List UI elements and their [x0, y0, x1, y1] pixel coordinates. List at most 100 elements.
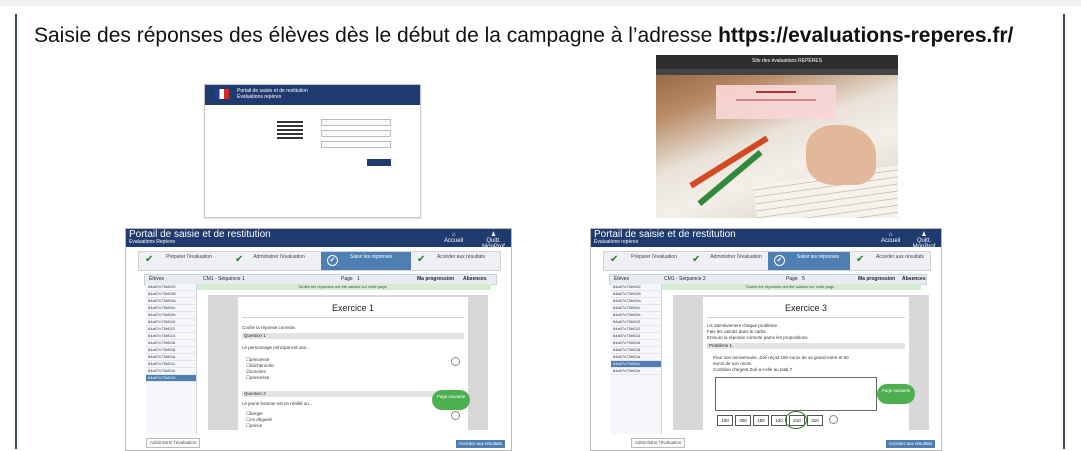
instruction: Lis attentivement chaque problème.: [707, 323, 779, 328]
q1-option[interactable]: ☐bûcheronne: [246, 363, 274, 368]
student-list-item[interactable]: 64a07c73bf102: [611, 284, 661, 291]
q2-option[interactable]: ☐berger: [246, 411, 263, 416]
student-list-item[interactable]: 64a07c73bf10c: [611, 305, 661, 312]
step-administer[interactable]: ✔ Administrer l'évaluation: [229, 252, 321, 270]
next-page-button[interactable]: Page suivante: [432, 390, 470, 410]
app-subtitle: Évaluations Repères: [129, 239, 176, 245]
site-photo-thumbnail: Site des évaluations REPÈRES: [656, 55, 898, 218]
progress-button[interactable]: Ma progression: [417, 275, 454, 284]
divider: [707, 317, 905, 318]
check-icon: ✔: [692, 254, 701, 265]
student-list-item[interactable]: 64a07c73bf10e: [611, 312, 661, 319]
student-list-item[interactable]: 64a07c73bf102: [146, 284, 196, 291]
page-complete-notice: Toutes les réponses ont été saisies sur …: [194, 284, 491, 290]
student-list-item[interactable]: 64a07c73bf116: [611, 340, 661, 347]
problem-text: euros de son oncle.: [713, 361, 753, 366]
student-list-item[interactable]: 64a07c73bf116: [146, 340, 196, 347]
step-results[interactable]: ✔ Accéder aux résultats: [411, 252, 501, 270]
clear-answer-icon[interactable]: [451, 357, 460, 366]
step-prepare[interactable]: ✔ Préparer l'évaluation: [139, 252, 229, 270]
results-button[interactable]: Accéder aux résultats: [885, 440, 935, 448]
student-list-item[interactable]: 64a07c73bf108: [611, 291, 661, 298]
ministry-logo-icon: [277, 121, 303, 149]
q2-option[interactable]: ☐roi déguisé: [246, 417, 272, 422]
student-list-item[interactable]: 64a07c73bf10e: [146, 312, 196, 319]
login-title: Portail de saisie et de restitution Évalu…: [237, 88, 308, 100]
answer-choice[interactable]: 310: [807, 415, 823, 426]
students-header: Élèves: [614, 276, 630, 282]
step-results[interactable]: ✔ Accéder aux résultats: [850, 252, 930, 270]
app-header: Portail de saisie et de restitution Éval…: [591, 229, 941, 250]
student-list-item[interactable]: 64a07c73bf112: [146, 326, 196, 333]
student-list-item[interactable]: 64a07c73bf11a: [146, 354, 196, 361]
student-list-item[interactable]: 64a07c73bf10a: [146, 298, 196, 305]
headline-url[interactable]: https://evaluations-reperes.fr/: [718, 24, 1013, 47]
answer-choice[interactable]: 100: [717, 415, 733, 426]
clear-answer-icon[interactable]: [451, 411, 460, 420]
student-list-item[interactable]: 64a07c73bf112: [611, 326, 661, 333]
home-button[interactable]: ⌂ Accueil: [444, 232, 463, 244]
question-2-header: Question 2: [242, 391, 464, 397]
student-list-item[interactable]: 64a07c73bf11c: [611, 361, 661, 368]
sequence-select[interactable]: CM1 - Séquence 2: [664, 275, 706, 284]
student-list-item[interactable]: 64a07c73bf120: [146, 375, 196, 382]
answer-choice[interactable]: 300: [735, 415, 751, 426]
check-icon: ✔: [417, 254, 426, 265]
q1-option[interactable]: ☐princesse: [246, 357, 269, 362]
student-list: 64a07c73bf102 64a07c73bf108 64a07c73bf10a 6…: [611, 284, 662, 434]
student-list-item[interactable]: 64a07c73bf114: [611, 333, 661, 340]
q1-option[interactable]: ☐princesse: [246, 375, 269, 380]
sequence-select[interactable]: CM1 - Séquence 1: [203, 275, 245, 284]
selected-circle: [785, 411, 807, 429]
progress-steps: ✔ Préparer l'évaluation ✔ Administrer l'év…: [138, 251, 501, 271]
home-button[interactable]: ⌂ Accueil: [881, 232, 900, 244]
exercise-viewer: Exercice 3 Lis attentivement chaque prob…: [673, 295, 929, 430]
student-list-item[interactable]: 64a07c73bf10a: [611, 298, 661, 305]
step-enter-answers[interactable]: ✔ Saisir les réponses: [768, 252, 850, 270]
absences-button[interactable]: Absences: [463, 275, 487, 284]
student-list-item[interactable]: 64a07c73bf110: [146, 319, 196, 326]
divider: [242, 317, 464, 318]
frame-left-border: [15, 14, 17, 449]
exercise-title: Exercice 3: [784, 303, 828, 313]
app-header: Portail de saisie et de restitution Éval…: [126, 229, 511, 250]
site-header-bar: Site des évaluations REPÈRES: [656, 55, 898, 69]
user-button[interactable]: ♟ Quitt. MonProf: [476, 232, 511, 250]
student-list-item[interactable]: 64a07c73bf11a: [611, 354, 661, 361]
frame-right-border: [1063, 14, 1065, 449]
clear-answer-icon[interactable]: [829, 415, 838, 424]
site-nav-bar: [656, 69, 898, 75]
step-administer[interactable]: ✔ Administrer l'évaluation: [686, 252, 768, 270]
instruction: Coche la réponse correcte.: [242, 325, 297, 330]
q1-option[interactable]: ☑sorcière: [246, 369, 266, 374]
results-button[interactable]: Accéder aux résultats: [455, 440, 505, 448]
step-prepare[interactable]: ✔ Préparer l'évaluation: [604, 252, 686, 270]
student-list-item[interactable]: 64a07c73bf10c: [146, 305, 196, 312]
student-list-item[interactable]: 64a07c73bf114: [146, 333, 196, 340]
student-list-item[interactable]: 64a07c73bf118: [146, 347, 196, 354]
answer-choice[interactable]: 150: [753, 415, 769, 426]
progress-button[interactable]: Ma progression: [858, 275, 895, 284]
student-list-item[interactable]: 64a07c73bf11c: [146, 361, 196, 368]
q2-option[interactable]: ☐prince: [246, 423, 262, 428]
page-input[interactable]: 1: [357, 275, 360, 284]
step-enter-answers[interactable]: ✔ Saisir les réponses: [321, 252, 411, 270]
check-icon: ✔: [327, 255, 338, 266]
page-complete-notice: Toutes les réponses ont été saisies sur …: [659, 284, 921, 290]
next-page-button[interactable]: Page suivante: [877, 384, 915, 404]
absences-button[interactable]: Absences: [902, 275, 926, 284]
student-list-item[interactable]: 64a07c73bf108: [146, 291, 196, 298]
student-list-item[interactable]: 64a07c73bf118: [611, 347, 661, 354]
back-button[interactable]: Administrer l'évaluation: [146, 438, 201, 448]
student-list-item[interactable]: 64a07c73bf11e: [146, 368, 196, 375]
student-list-item[interactable]: 64a07c73bf11e: [611, 368, 661, 375]
back-button[interactable]: Administrer l'évaluation: [631, 438, 686, 448]
app-screenshot-exercise-3: Portail de saisie et de restitution Éval…: [590, 228, 942, 451]
question-1-text: Le personnage principal est une...: [242, 345, 310, 350]
user-button[interactable]: ♟ Quitt. MonProf: [907, 232, 941, 250]
problem-1-header: Problème 1: [707, 343, 905, 349]
instruction-2: Fais les calculs dans le cadre.: [707, 329, 768, 334]
page-input[interactable]: 5: [802, 275, 805, 284]
page-label: Page: [341, 276, 353, 282]
student-list-item[interactable]: 64a07c73bf110: [611, 319, 661, 326]
